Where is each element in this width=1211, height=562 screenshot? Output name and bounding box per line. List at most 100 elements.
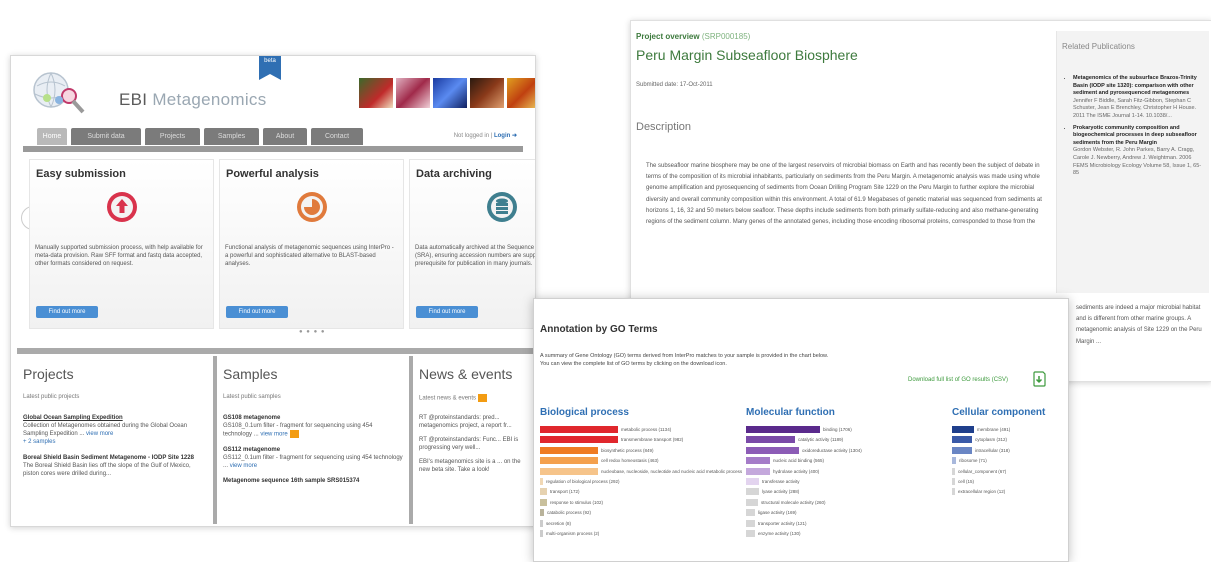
sample-link[interactable]: GS112 metagenome	[223, 447, 280, 453]
section-divider	[17, 348, 533, 354]
rss-icon[interactable]	[478, 394, 488, 402]
thumbnail-image	[433, 78, 467, 108]
tab-about[interactable]: About	[263, 128, 307, 145]
news-column: News & events Latest news & events RT @p…	[413, 356, 535, 524]
tab-contact[interactable]: Contact	[311, 128, 363, 145]
go-bar	[540, 488, 547, 496]
card-description: Data automatically archived at the Seque…	[415, 245, 536, 267]
go-bar-label: regulation of biological process (292)	[546, 478, 620, 484]
go-bar-label: transporter activity (121)	[758, 520, 807, 526]
view-more-link[interactable]: view more	[260, 432, 287, 438]
login-status: Not logged in | Login ➜	[454, 132, 517, 139]
card-description: Manually supported submission process, w…	[35, 245, 203, 267]
feature-card-archiving: Data archiving Data automatically archiv…	[409, 159, 536, 329]
go-bar-label: lyase activity (288)	[762, 489, 800, 495]
related-publications-heading: Related Publications	[1062, 42, 1135, 51]
sample-link[interactable]: GS108 metagenome	[223, 415, 280, 421]
go-bar	[746, 436, 795, 444]
go-bar	[952, 436, 972, 444]
view-more-link[interactable]: view more	[230, 463, 257, 469]
go-bar	[540, 477, 543, 485]
find-out-more-button[interactable]: Find out more	[36, 306, 98, 318]
news-item: EBI's metagenomics site is a ... on the …	[419, 459, 521, 473]
cellular-component-section: Cellular component membrane (491) cytopla…	[952, 407, 1045, 496]
description-continuation: sediments are indeed a major microbial h…	[1076, 305, 1202, 345]
tab-home[interactable]: Home	[37, 128, 67, 145]
view-more-link[interactable]: view more	[86, 431, 113, 437]
list-item: Metagenome sequence 16th sample SRS01537…	[223, 477, 403, 485]
go-description-line: You can view the complete list of GO ter…	[540, 361, 727, 367]
section-title: Molecular function	[746, 407, 835, 418]
go-bar-label: transport (172)	[550, 489, 580, 495]
go-bar-label: extracellular region (12)	[958, 489, 1006, 495]
feature-card-submission: Easy submission Manually supported submi…	[29, 159, 214, 329]
go-bar-label: membrane (491)	[977, 427, 1011, 432]
go-bar	[540, 426, 618, 433]
go-bar	[952, 477, 955, 485]
go-description: A summary of Gene Ontology (GO) terms de…	[540, 352, 980, 368]
card-title: Data archiving	[416, 168, 492, 180]
publication-title[interactable]: Prokaryotic community composition and bi…	[1073, 125, 1197, 146]
news-subheading: Latest news & events	[419, 394, 488, 402]
upload-icon	[107, 192, 137, 222]
list-item: Global Ocean Sampling Expedition Collect…	[23, 414, 203, 446]
go-bar-label: oxidoreductase activity (1304)	[802, 447, 862, 453]
tab-projects[interactable]: Projects	[145, 128, 200, 145]
go-bar-label: nucleic acid binding (565)	[773, 458, 825, 464]
samples-heading: Samples	[223, 366, 278, 382]
submitted-date: Submitted date: 17-Oct-2011	[636, 82, 713, 88]
go-bar	[746, 488, 759, 496]
go-bar-label: catabolic process (92)	[547, 510, 592, 516]
project-description: The Boreal Shield Basin lies off the slo…	[23, 463, 191, 477]
site-brand[interactable]: EBI Metagenomics	[119, 90, 267, 110]
login-arrow-icon: ➜	[511, 133, 517, 139]
go-bar	[746, 498, 758, 506]
carousel-dots[interactable]: ● ● ● ●	[299, 329, 326, 335]
sample-link[interactable]: Metagenome sequence 16th sample SRS01537…	[223, 478, 359, 484]
project-link[interactable]: Global Ocean Sampling Expedition	[23, 415, 123, 421]
go-bar	[746, 509, 755, 517]
thumbnail-image	[359, 78, 393, 108]
go-bar-label: ligase activity (169)	[758, 510, 797, 516]
go-bar-label: secretion (8)	[546, 520, 572, 526]
go-bar	[540, 509, 544, 517]
go-bar	[540, 529, 543, 537]
project-title: Peru Margin Subseafloor Biosphere	[636, 47, 858, 63]
go-bar	[952, 488, 955, 496]
go-bar-label: hydrolase activity (400)	[773, 468, 820, 474]
go-bar-label: cytoplasm (312)	[975, 437, 1008, 443]
publication-title[interactable]: Metagenomics of the subsurface Brazos-Tr…	[1073, 75, 1197, 96]
go-bar	[746, 426, 820, 433]
brand-ebi: EBI	[119, 90, 148, 109]
go-bar	[540, 457, 598, 465]
go-bar-label: intracellular (318)	[975, 447, 1010, 453]
publication-meta: Jennifer F Biddle, Sarah Fitz-Gibbon, St…	[1073, 97, 1197, 119]
go-bar-label: metabolic process (1134)	[621, 427, 672, 432]
globe-magnifier-logo	[33, 72, 85, 114]
list-item: GS108 metagenome GS108_0.1um filter - fr…	[223, 414, 403, 439]
find-out-more-button[interactable]: Find out more	[416, 306, 478, 318]
thumbnail-image	[470, 78, 504, 108]
find-out-more-button[interactable]: Find out more	[226, 306, 288, 318]
samples-list: GS108 metagenome GS108_0.1um filter - fr…	[223, 414, 403, 485]
feature-card-analysis: Powerful analysis Functional analysis of…	[219, 159, 404, 329]
project-link[interactable]: Boreal Shield Basin Sediment Metagenome …	[23, 455, 194, 461]
thumbnail-image	[507, 78, 535, 108]
header-thumbnails	[359, 78, 535, 108]
pie-chart-icon	[297, 192, 327, 222]
projects-column: Projects Latest public projects Global O…	[17, 356, 217, 524]
samples-column: Samples Latest public samples GS108 meta…	[217, 356, 413, 524]
tab-submit-data[interactable]: Submit data	[71, 128, 141, 145]
download-go-link[interactable]: Download full list of GO results (CSV)	[908, 377, 1008, 383]
go-bar-label: multi-organism process (2)	[546, 530, 600, 536]
card-title: Easy submission	[36, 168, 126, 180]
samples-link[interactable]: + 2 samples	[23, 439, 56, 445]
section-title: Biological process	[540, 407, 629, 418]
tab-samples[interactable]: Samples	[204, 128, 259, 145]
card-description: Functional analysis of metagenomic seque…	[225, 245, 394, 267]
download-icon[interactable]	[1031, 371, 1047, 387]
database-icon	[487, 192, 517, 222]
rss-icon[interactable]	[289, 430, 299, 438]
publications-list: Metagenomics of the subsurface Brazos-Tr…	[1057, 75, 1203, 178]
login-link[interactable]: Login	[494, 133, 510, 139]
